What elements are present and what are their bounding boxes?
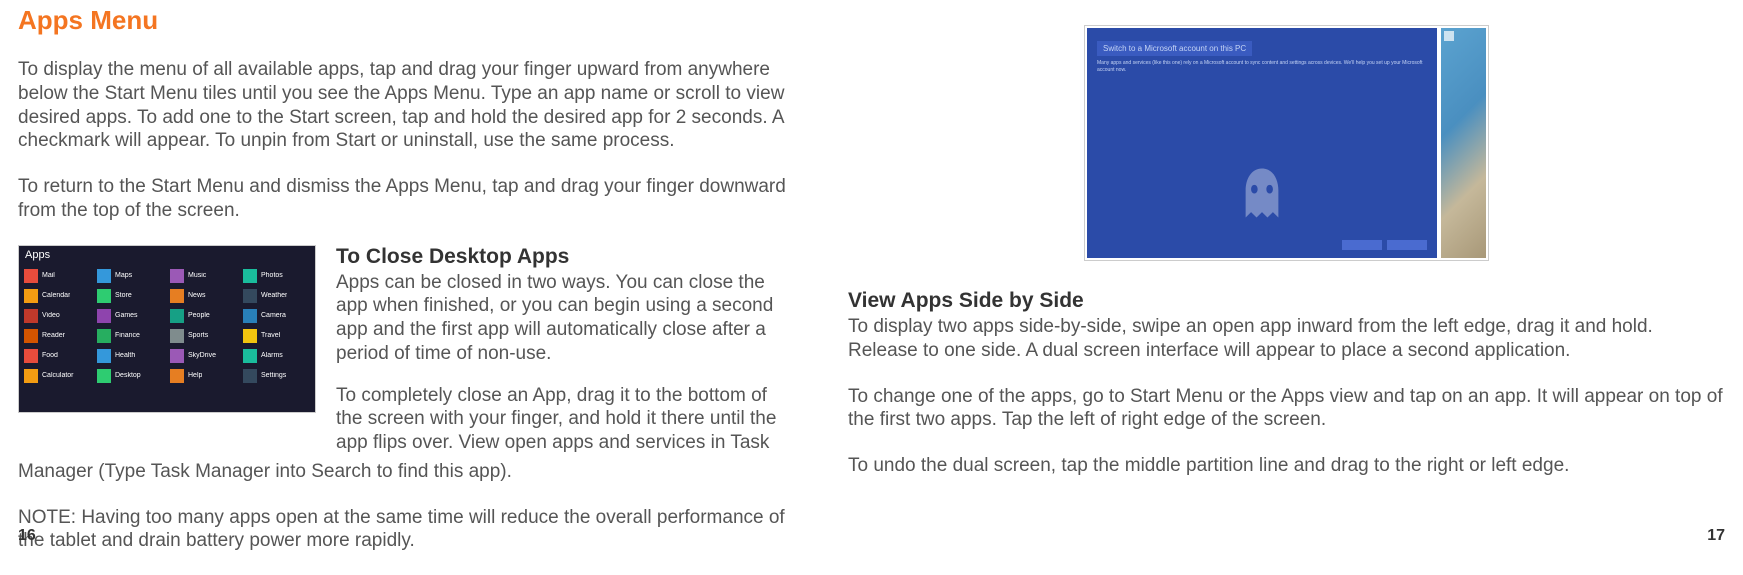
view-side-p1: To display two apps side-by-side, swipe … [848,315,1725,363]
app-tile-icon [97,269,111,283]
app-tile-icon [97,369,111,383]
ghost-icon [1235,163,1290,223]
right-page: Switch to a Microsoft account on this PC… [848,5,1725,575]
close-apps-p2b: Manager (Type Task Manager into Search t… [18,460,788,484]
page-number-right: 17 [1707,527,1725,545]
app-tile: Reader [22,327,93,345]
app-tile-label: Weather [261,292,287,299]
app-tile-icon [97,329,111,343]
app-tile-icon [170,329,184,343]
cancel-button-placeholder [1387,240,1427,250]
app-tile-icon [24,349,38,363]
view-side-p3: To undo the dual screen, tap the middle … [848,454,1725,478]
apps-screenshot-label: Apps [19,246,315,264]
app-tile: Music [168,267,239,285]
next-button-placeholder [1342,240,1382,250]
app-tile-icon [97,349,111,363]
app-tile-icon [170,289,184,303]
app-tile-icon [243,269,257,283]
app-tile-icon [24,289,38,303]
switch-account-body: Many apps and services (like this one) r… [1097,60,1427,73]
app-tile-icon [24,369,38,383]
app-tile: Calculator [22,367,93,385]
app-tile: Sports [168,327,239,345]
performance-note: NOTE: Having too many apps open at the s… [18,506,788,554]
left-page: Apps Menu To display the menu of all ava… [18,5,788,575]
close-apps-p2a: To completely close an App, drag it to t… [336,384,788,455]
app-tile-icon [243,329,257,343]
app-tile: Photos [241,267,312,285]
view-side-by-side-heading: View Apps Side by Side [848,289,1725,313]
app-tile: Maps [95,267,166,285]
switch-account-header: Switch to a Microsoft account on this PC [1097,41,1252,56]
app-tile-icon [243,349,257,363]
app-tile-label: Help [188,372,202,379]
app-tile-label: Store [115,292,132,299]
paragraph-intro-1: To display the menu of all available app… [18,58,788,153]
app-tile-label: People [188,312,210,319]
app-tile: SkyDrive [168,347,239,365]
app-tile-label: Maps [115,272,132,279]
paragraph-intro-2: To return to the Start Menu and dismiss … [18,175,788,223]
app-tile-label: Calendar [42,292,70,299]
app-tile-label: Video [42,312,60,319]
close-apps-p1: Apps can be closed in two ways. You can … [336,271,788,366]
app-tile: Health [95,347,166,365]
app-tile: News [168,287,239,305]
side-by-side-screenshot: Switch to a Microsoft account on this PC… [1084,25,1489,261]
app-tile-icon [243,289,257,303]
app-tile: People [168,307,239,325]
app-tile-label: Health [115,352,135,359]
app-tile-icon [170,369,184,383]
app-tile: Desktop [95,367,166,385]
app-tile-label: News [188,292,206,299]
page-title-apps-menu: Apps Menu [18,5,788,36]
close-apps-heading: To Close Desktop Apps [336,245,788,269]
app-tile-label: Settings [261,372,286,379]
app-tile-label: Food [42,352,58,359]
app-tile-icon [97,289,111,303]
app-tile: Mail [22,267,93,285]
app-tile-label: Sports [188,332,208,339]
app-tile-icon [170,269,184,283]
app-tile: Weather [241,287,312,305]
app-tile: Camera [241,307,312,325]
app-tile: Store [95,287,166,305]
app-tile-label: Mail [42,272,55,279]
secondary-app-panel [1441,28,1486,258]
app-tile: Help [168,367,239,385]
app-tile: Settings [241,367,312,385]
app-tile: Travel [241,327,312,345]
app-tile: Alarms [241,347,312,365]
app-tile-label: Photos [261,272,283,279]
app-tile-icon [97,309,111,323]
apps-menu-screenshot: Apps Mail Maps Music Photos Calendar Store New… [18,245,316,413]
app-tile-label: Alarms [261,352,283,359]
app-tile-label: Desktop [115,372,141,379]
app-tile-icon [170,309,184,323]
app-tile-label: Calculator [42,372,74,379]
app-tile: Finance [95,327,166,345]
app-tile: Calendar [22,287,93,305]
app-tile-icon [170,349,184,363]
app-tile-label: Reader [42,332,65,339]
view-side-p2: To change one of the apps, go to Start M… [848,385,1725,433]
app-tile-icon [24,269,38,283]
app-tile: Games [95,307,166,325]
app-tile-label: Games [115,312,138,319]
app-tile: Food [22,347,93,365]
app-tile-icon [24,309,38,323]
app-tile-label: Travel [261,332,280,339]
app-tile-label: SkyDrive [188,352,216,359]
app-tile-label: Finance [115,332,140,339]
app-tile: Video [22,307,93,325]
app-tile-icon [243,309,257,323]
page-number-left: 16 [18,527,36,545]
app-tile-icon [243,369,257,383]
app-tile-label: Camera [261,312,286,319]
app-tile-label: Music [188,272,206,279]
app-tile-icon [24,329,38,343]
switch-account-panel: Switch to a Microsoft account on this PC… [1087,28,1437,258]
